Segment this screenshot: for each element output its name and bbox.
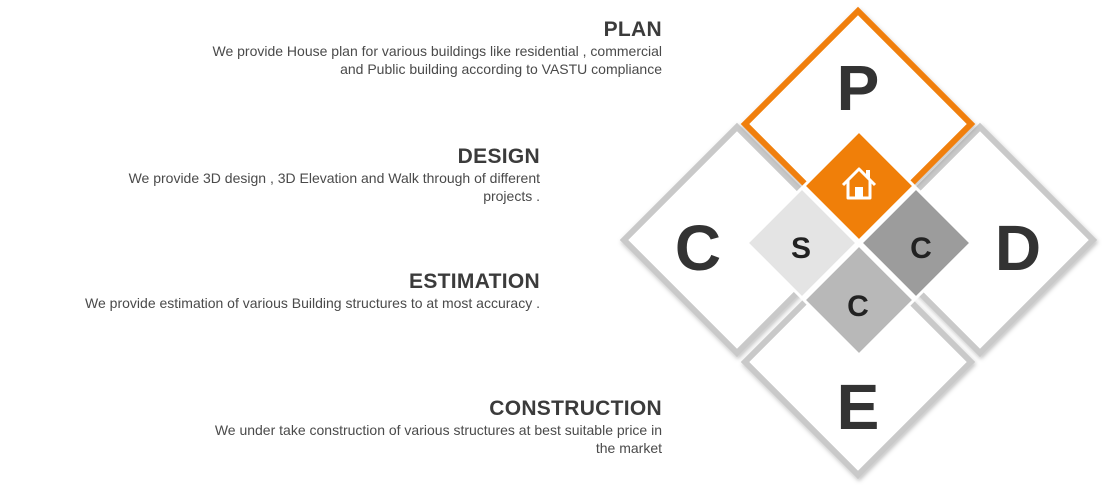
letter-c-bottom: C <box>847 290 869 323</box>
letter-p: P <box>837 52 880 124</box>
letter-e: E <box>837 371 880 443</box>
letter-s: S <box>791 232 811 265</box>
letter-c-right: C <box>910 232 932 265</box>
pdce-diagram: P D E C S C C <box>619 6 1098 480</box>
letter-c-outer: C <box>675 212 721 284</box>
letter-d: D <box>995 212 1041 284</box>
